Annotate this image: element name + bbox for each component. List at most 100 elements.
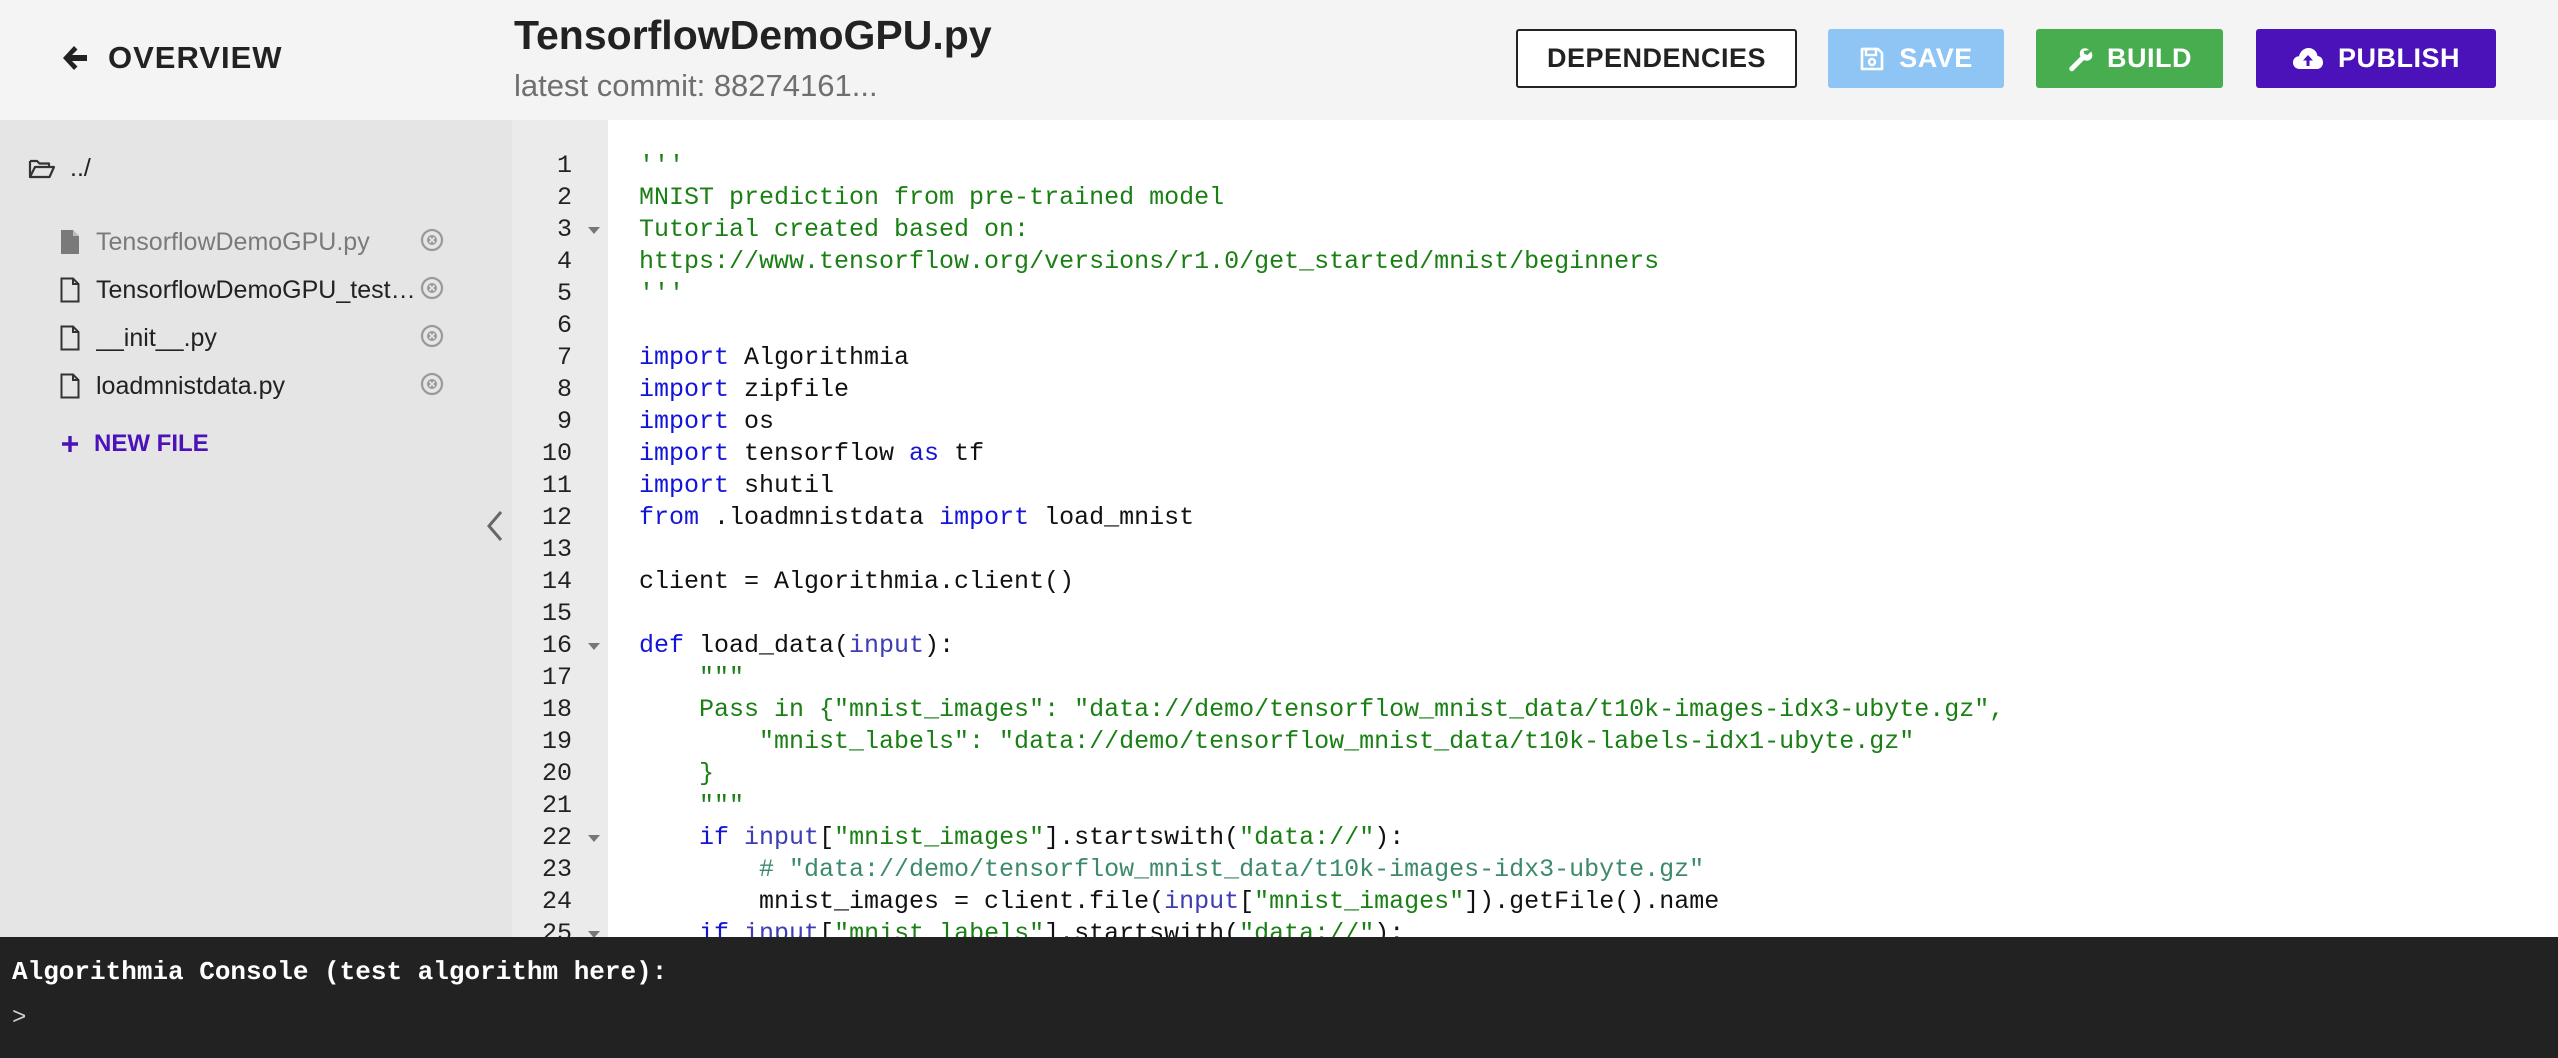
code-token: def bbox=[639, 631, 685, 660]
top-header: OVERVIEW TensorflowDemoGPU.py latest com… bbox=[0, 0, 2558, 120]
code-token: import bbox=[639, 375, 730, 404]
file-item-tensorflowdemogpu[interactable]: TensorflowDemoGPU.py bbox=[60, 222, 450, 262]
code-token: Tutorial created based on: bbox=[639, 215, 1030, 244]
file-item-loadmnistdata[interactable]: loadmnistdata.py bbox=[60, 366, 450, 406]
close-file-icon[interactable] bbox=[420, 372, 444, 396]
parent-directory-link[interactable]: ../ bbox=[28, 154, 91, 183]
code-token: # "data://demo/tensorflow_mnist_data/t10… bbox=[639, 855, 1705, 884]
code-token: """ bbox=[639, 791, 745, 820]
line-number: 18 bbox=[541, 695, 572, 724]
line-number: 13 bbox=[541, 535, 572, 564]
parent-directory-label: ../ bbox=[70, 154, 91, 182]
code-token: import bbox=[639, 471, 730, 500]
plus-icon bbox=[62, 436, 78, 452]
code-line: Tutorial created based on: bbox=[639, 214, 1029, 246]
dependencies-button[interactable]: DEPENDENCIES bbox=[1516, 29, 1797, 88]
line-number: 19 bbox=[541, 727, 572, 756]
close-file-icon[interactable] bbox=[420, 324, 444, 348]
code-editor[interactable]: ''' MNIST prediction from pre-trained mod… bbox=[608, 120, 2558, 937]
file-item-label: TensorflowDemoGPU.py bbox=[96, 227, 370, 256]
line-number: 12 bbox=[541, 503, 572, 532]
code-line: ''' bbox=[639, 150, 684, 182]
line-number: 6 bbox=[556, 311, 572, 340]
line-number: 3 bbox=[556, 215, 572, 244]
console-input[interactable] bbox=[40, 999, 2520, 1039]
code-token: ].startswith( bbox=[1044, 919, 1240, 937]
line-number-gutter: 1 2 3 4 5 6 7 8 9 10 11 12 13 14 15 16 17 18 19 20 21 22 23 24 2… bbox=[512, 120, 608, 948]
close-file-icon[interactable] bbox=[420, 276, 444, 300]
line-number: 24 bbox=[541, 887, 572, 916]
code-token: input bbox=[849, 631, 925, 660]
build-button[interactable]: BUILD bbox=[2036, 29, 2223, 88]
code-token: ): bbox=[924, 631, 955, 660]
line-number: 4 bbox=[556, 247, 572, 276]
latest-commit-text: latest commit: 88274161... bbox=[514, 68, 878, 103]
file-item-label: __init__.py bbox=[96, 323, 217, 352]
code-token: ].startswith( bbox=[1044, 823, 1240, 852]
code-token: load_data( bbox=[684, 631, 850, 660]
file-item-init[interactable]: __init__.py bbox=[60, 318, 450, 358]
code-line: from .loadmnistdata import load_mnist bbox=[639, 502, 1194, 534]
code-line: Pass in {"mnist_images": "data://demo/te… bbox=[639, 694, 2004, 726]
wrench-icon bbox=[2069, 47, 2093, 71]
code-token: import bbox=[639, 407, 730, 436]
close-file-icon[interactable] bbox=[420, 228, 444, 252]
new-file-label: NEW FILE bbox=[94, 430, 209, 457]
code-token: tensorflow bbox=[729, 439, 910, 468]
save-button-label: SAVE bbox=[1899, 43, 1973, 73]
line-number: 23 bbox=[541, 855, 572, 884]
new-file-button[interactable]: NEW FILE bbox=[60, 430, 209, 458]
line-number: 10 bbox=[541, 439, 572, 468]
code-line: # "data://demo/tensorflow_mnist_data/t10… bbox=[639, 854, 1704, 886]
overview-back-link[interactable]: OVERVIEW bbox=[60, 36, 283, 80]
code-token: import bbox=[639, 439, 730, 468]
fold-toggle-icon[interactable] bbox=[588, 227, 600, 234]
chevron-left-icon[interactable] bbox=[484, 508, 506, 544]
code-token: zipfile bbox=[729, 375, 850, 404]
code-line: mnist_images = client.file(input["mnist_… bbox=[639, 886, 1719, 918]
line-number: 17 bbox=[541, 663, 572, 692]
publish-button[interactable]: PUBLISH bbox=[2256, 29, 2496, 88]
line-number: 7 bbox=[556, 343, 572, 372]
file-item-tensorflowdemogpu-test[interactable]: TensorflowDemoGPU_test.py bbox=[60, 270, 450, 310]
code-token: [ bbox=[819, 919, 835, 937]
code-token: "mnist_labels" bbox=[834, 919, 1045, 937]
fold-toggle-icon[interactable] bbox=[588, 835, 600, 842]
floppy-disk-icon bbox=[1860, 47, 1884, 70]
code-line: def load_data(input): bbox=[639, 630, 954, 662]
line-number: 2 bbox=[556, 183, 572, 212]
code-token: import bbox=[639, 343, 730, 372]
code-token: ): bbox=[1374, 823, 1405, 852]
code-line: import zipfile bbox=[639, 374, 849, 406]
cloud-upload-icon bbox=[2292, 47, 2323, 69]
build-button-label: BUILD bbox=[2107, 43, 2192, 73]
code-token: input bbox=[744, 919, 820, 937]
arrow-left-icon bbox=[63, 46, 87, 70]
file-outline-icon bbox=[60, 277, 80, 303]
dependencies-button-label: DEPENDENCIES bbox=[1546, 43, 1767, 73]
code-token: tf bbox=[939, 439, 985, 468]
code-token: .loadmnistdata bbox=[699, 503, 940, 532]
line-number: 8 bbox=[556, 375, 572, 404]
code-line: import shutil bbox=[639, 470, 834, 502]
file-title: TensorflowDemoGPU.py bbox=[514, 12, 992, 58]
code-token: "mnist_labels": "data://demo/tensorflow_… bbox=[639, 727, 1915, 756]
line-number: 22 bbox=[541, 823, 572, 852]
line-number: 15 bbox=[541, 599, 572, 628]
code-token: "data://" bbox=[1239, 919, 1375, 937]
code-token: mnist_images = client.file( bbox=[639, 887, 1165, 916]
code-token: input bbox=[1164, 887, 1240, 916]
overview-label: OVERVIEW bbox=[108, 40, 283, 75]
algorithmia-console: Algorithmia Console (test algorithm here… bbox=[0, 937, 2558, 1058]
fold-toggle-icon[interactable] bbox=[588, 643, 600, 650]
code-token: load_mnist bbox=[1029, 503, 1195, 532]
code-token: Algorithmia bbox=[729, 343, 910, 372]
code-line: "mnist_labels": "data://demo/tensorflow_… bbox=[639, 726, 1914, 758]
code-token: } bbox=[639, 759, 715, 788]
save-button[interactable]: SAVE bbox=[1828, 29, 2004, 88]
line-number: 16 bbox=[541, 631, 572, 660]
code-token: if bbox=[699, 919, 730, 937]
code-token: https://www.tensorflow.org/versions/r1.0… bbox=[639, 247, 1660, 276]
